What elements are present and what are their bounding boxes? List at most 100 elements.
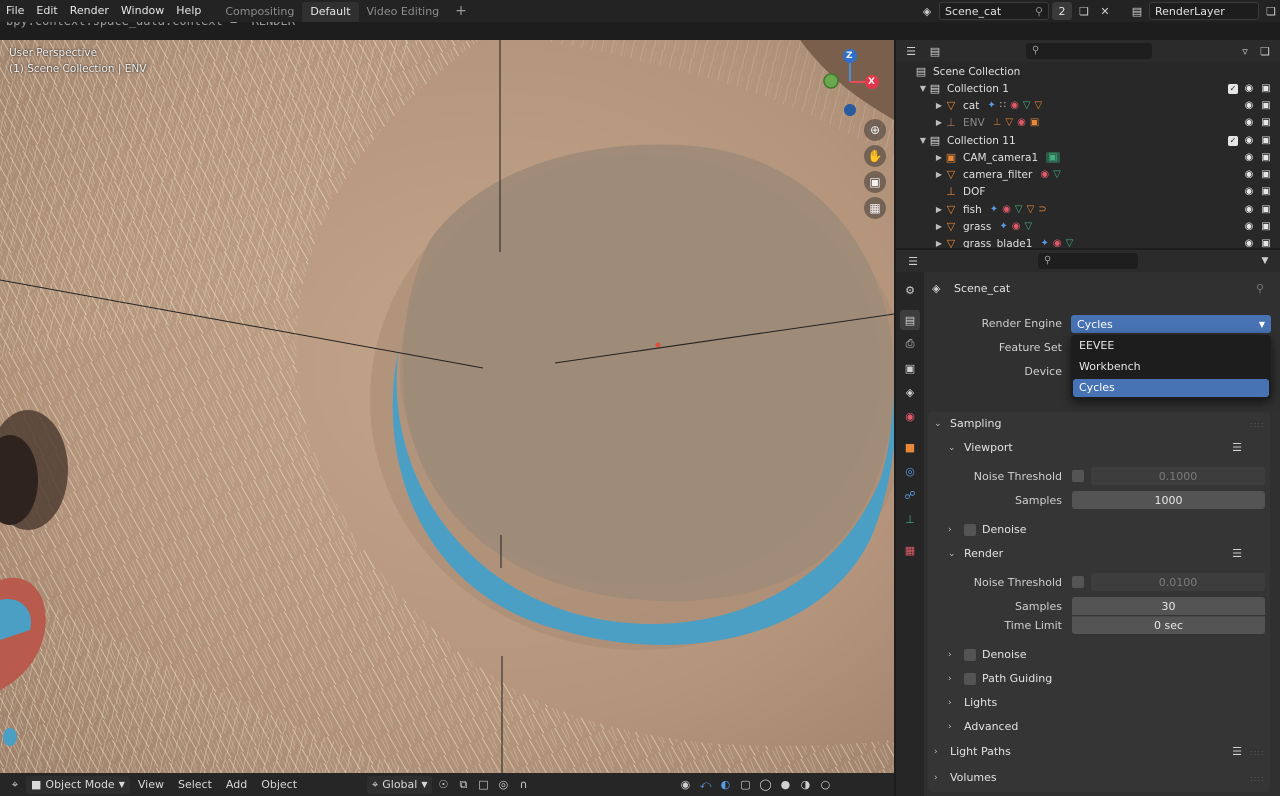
view-layer-field[interactable]: RenderLayer <box>1149 2 1259 20</box>
lights-header[interactable]: › Lights <box>948 696 997 709</box>
viewport-noise-threshold-field[interactable]: 0.1000 <box>1091 467 1265 485</box>
render-denoise-checkbox[interactable] <box>964 648 976 661</box>
drag-grip-icon[interactable]: :::: <box>1250 420 1265 429</box>
solid-shading-icon[interactable]: ● <box>776 776 794 794</box>
menu-file[interactable]: File <box>0 0 30 22</box>
display-mode-icon[interactable]: ▤ <box>926 42 944 60</box>
scene-name-field[interactable]: Scene_cat ⚲ <box>939 2 1049 20</box>
menu-view[interactable]: View <box>132 773 170 796</box>
eye-icon[interactable]: ◉ <box>1243 83 1255 94</box>
camera-icon[interactable]: ▣ <box>1260 238 1272 248</box>
viewport-denoise-header[interactable]: › Denoise <box>948 523 1027 536</box>
camera-icon[interactable]: ▣ <box>1260 152 1272 163</box>
eye-icon[interactable]: ◉ <box>1243 152 1255 163</box>
volumes-header[interactable]: › Volumes <box>934 771 997 784</box>
snap-icon[interactable]: ⧉ <box>454 776 472 794</box>
eye-icon[interactable]: ◉ <box>1243 135 1255 146</box>
menu-window[interactable]: Window <box>115 0 170 22</box>
texture-tab-icon[interactable]: ▦ <box>900 540 920 560</box>
presets-list-icon[interactable]: ☰ <box>1230 547 1244 560</box>
viewport-samples-field[interactable]: 1000 <box>1072 491 1265 509</box>
menu-add[interactable]: Add <box>220 773 253 796</box>
properties-search-input[interactable]: ⚲ <box>1038 253 1138 269</box>
editor-type-icon[interactable]: ⌖ <box>6 776 24 794</box>
rendered-shading-icon[interactable]: ○ <box>816 776 834 794</box>
editor-type-icon[interactable]: ☰ <box>902 42 920 60</box>
outliner-row-grass[interactable]: ▶ ▽ grass ✦ ◉ ▽ ◉ ▣ <box>896 218 1280 235</box>
proportional-edit-icon[interactable]: ◎ <box>494 776 512 794</box>
perspective-grid-icon[interactable]: ▦ <box>864 197 886 219</box>
pan-hand-icon[interactable]: ✋ <box>864 145 886 167</box>
render-subpanel-header[interactable]: ⌄ Render <box>948 547 1003 560</box>
render-noise-threshold-checkbox[interactable] <box>1072 576 1084 588</box>
snap-target-icon[interactable]: □ <box>474 776 492 794</box>
render-samples-field[interactable]: 30 <box>1072 597 1265 615</box>
pin-icon[interactable]: ⚲ <box>1035 5 1043 18</box>
checkbox[interactable]: ✓ <box>1228 135 1238 146</box>
material-shading-icon[interactable]: ◑ <box>796 776 814 794</box>
path-guiding-checkbox[interactable] <box>964 672 976 685</box>
eye-icon[interactable]: ◉ <box>1243 204 1255 215</box>
eye-icon[interactable]: ◉ <box>1243 238 1255 248</box>
render-denoise-header[interactable]: › Denoise <box>948 648 1027 661</box>
pivot-icon[interactable]: ☉ <box>434 776 452 794</box>
expand-caret-icon[interactable]: ▼ <box>918 84 928 93</box>
eye-icon[interactable]: ◉ <box>1243 100 1255 111</box>
eye-icon[interactable]: ◉ <box>1243 221 1255 232</box>
world-tab-icon[interactable]: ◉ <box>900 406 920 426</box>
menu-object[interactable]: Object <box>255 773 303 796</box>
advanced-header[interactable]: › Advanced <box>948 720 1018 733</box>
expand-caret-icon[interactable]: ▶ <box>934 118 944 127</box>
new-view-layer-icon[interactable]: ❏ <box>1262 2 1280 20</box>
3d-viewport[interactable]: User Perspective (1) Scene Collection | … <box>0 40 894 773</box>
outliner-row-collection-11[interactable]: ▼ ▤ Collection 11 ✓ ◉ ▣ <box>896 132 1280 149</box>
outliner-search-input[interactable]: ⚲ <box>1026 43 1152 59</box>
expand-caret-icon[interactable]: ▶ <box>934 205 944 214</box>
pin-icon[interactable]: ⚲ <box>1256 282 1264 295</box>
xray-icon[interactable]: ▢ <box>736 776 754 794</box>
wireframe-shading-icon[interactable]: ◯ <box>756 776 774 794</box>
camera-icon[interactable]: ▣ <box>1260 204 1272 215</box>
presets-list-icon[interactable]: ☰ <box>1230 745 1244 758</box>
light-paths-header[interactable]: › Light Paths <box>934 745 1011 758</box>
overlay-icon[interactable]: ◐ <box>716 776 734 794</box>
tab-default[interactable]: Default <box>302 2 359 22</box>
falloff-icon[interactable]: ∩ <box>514 776 532 794</box>
menu-edit[interactable]: Edit <box>30 0 63 22</box>
expand-caret-icon[interactable]: ▶ <box>934 239 944 248</box>
camera-icon[interactable]: ▣ <box>1260 221 1272 232</box>
camera-icon[interactable]: ▣ <box>1260 135 1272 146</box>
outliner-root[interactable]: ▤ Scene Collection <box>896 63 1280 80</box>
eye-icon[interactable]: ◉ <box>1243 117 1255 128</box>
path-guiding-header[interactable]: › Path Guiding <box>948 672 1052 685</box>
object-tab-icon[interactable]: ■ <box>900 437 920 457</box>
camera-icon[interactable]: ▣ <box>1260 100 1272 111</box>
editor-type-icon[interactable]: ☰ <box>904 252 922 270</box>
outliner-row-fish[interactable]: ▶ ▽ fish ✦ ◉ ▽ ▽ ⊃ ◉ ▣ <box>896 201 1280 218</box>
viewport-subpanel-header[interactable]: ⌄ Viewport <box>948 441 1013 454</box>
zoom-icon[interactable]: ⊕ <box>864 119 886 141</box>
engine-option-eevee[interactable]: EEVEE <box>1073 337 1269 355</box>
expand-caret-icon[interactable]: ▶ <box>934 170 944 179</box>
expand-caret-icon[interactable]: ▶ <box>934 153 944 162</box>
scene-tab-icon[interactable]: ◈ <box>900 382 920 402</box>
scene-icon[interactable]: ◈ <box>918 2 936 20</box>
gizmo-toggle-icon[interactable]: ⤺ <box>696 776 714 794</box>
eye-icon[interactable]: ◉ <box>1243 169 1255 180</box>
visibility-icon[interactable]: ◉ <box>676 776 694 794</box>
render-engine-dropdown[interactable]: Cycles ▼ <box>1071 315 1271 333</box>
presets-list-icon[interactable]: ☰ <box>1230 441 1244 454</box>
scene-users-count[interactable]: 2 <box>1052 2 1072 20</box>
camera-icon[interactable]: ▣ <box>1260 83 1272 94</box>
menu-select[interactable]: Select <box>172 773 218 796</box>
camera-icon[interactable]: ▣ <box>1260 169 1272 180</box>
view-layer-tab-icon[interactable]: ▣ <box>900 358 920 378</box>
camera-icon[interactable]: ▣ <box>1260 117 1272 128</box>
camera-view-icon[interactable]: ▣ <box>864 171 886 193</box>
new-collection-icon[interactable]: ❏ <box>1256 42 1274 60</box>
view-layer-icon[interactable]: ▤ <box>1128 2 1146 20</box>
physics-tab-icon[interactable]: ◎ <box>900 461 920 481</box>
expand-caret-icon[interactable]: ▼ <box>918 136 928 145</box>
tool-tab-icon[interactable]: ⚙ <box>900 280 920 300</box>
filter-icon[interactable]: ▿ <box>1236 42 1254 60</box>
